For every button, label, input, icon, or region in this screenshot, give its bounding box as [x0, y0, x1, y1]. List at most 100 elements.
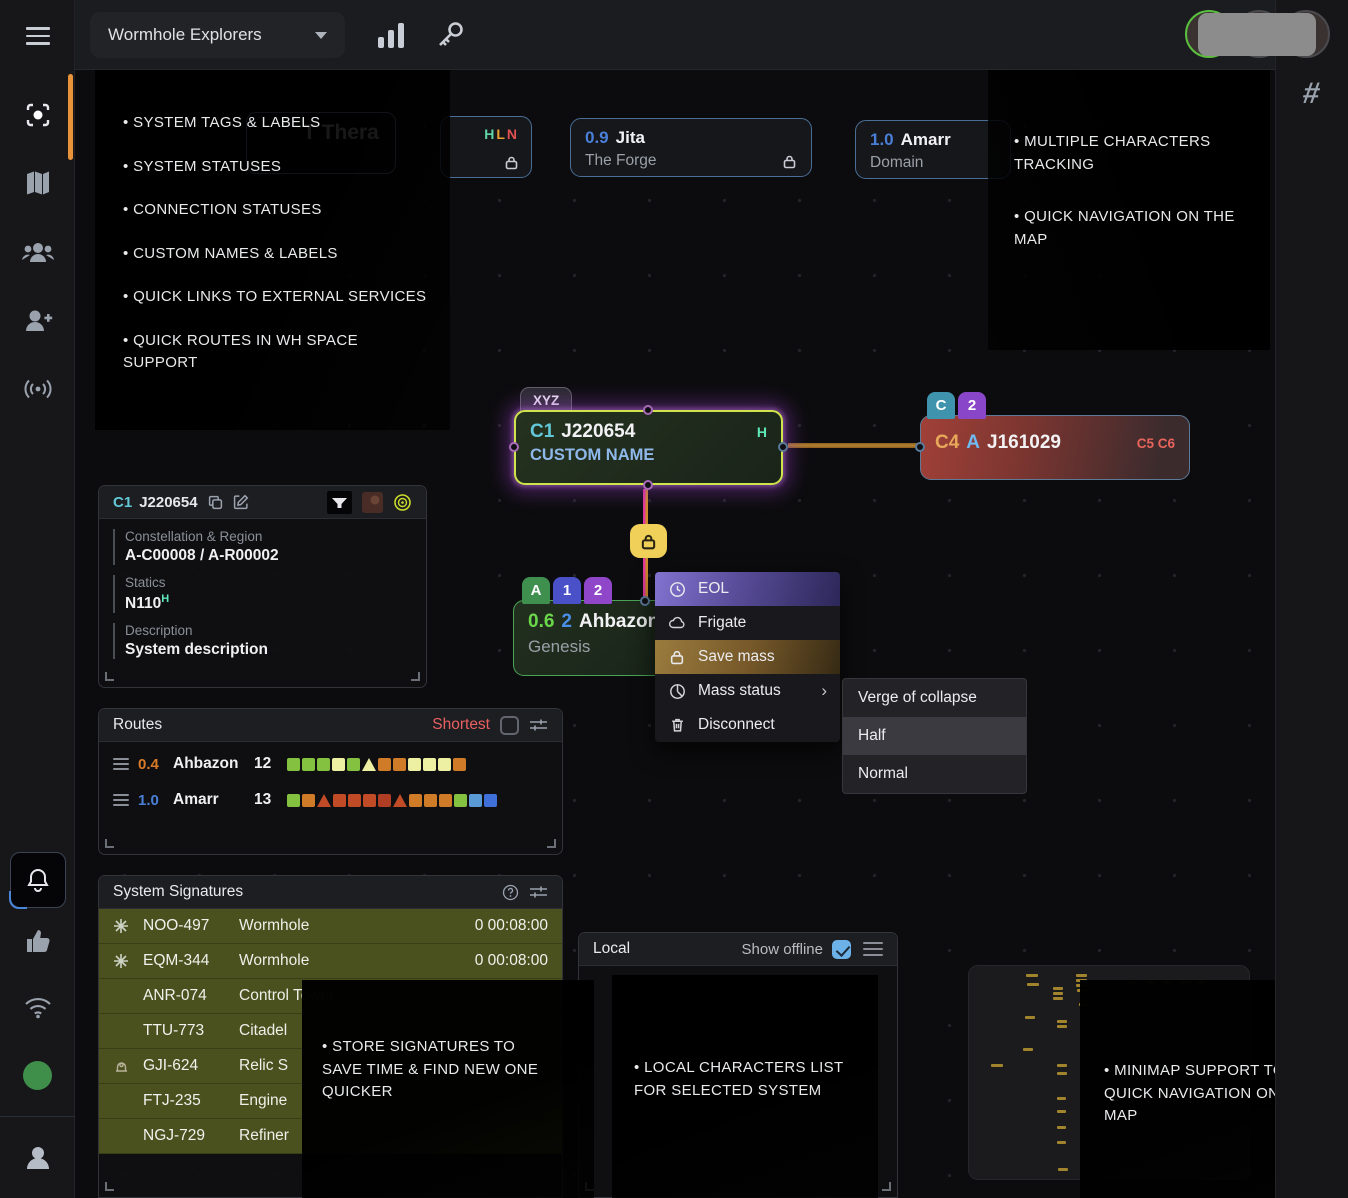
connector-dot-top[interactable]: [640, 596, 650, 606]
connector-dot-top[interactable]: [643, 405, 653, 415]
sidebar-item-maps[interactable]: [0, 164, 75, 202]
connector-dot-left[interactable]: [509, 442, 519, 452]
shortest-checkbox[interactable]: [500, 716, 519, 735]
wormhole-sig-icon: [99, 918, 143, 934]
menu-item-save-mass[interactable]: Save mass: [655, 640, 840, 674]
access-keys-button[interactable]: [433, 18, 467, 52]
online-status-indicator[interactable]: [23, 1061, 52, 1090]
edit-icon[interactable]: [233, 494, 249, 510]
drag-handle-icon[interactable]: [113, 794, 129, 806]
connection-c1-c4[interactable]: [788, 443, 920, 448]
submenu-item-normal[interactable]: Normal: [843, 755, 1026, 793]
statistics-button[interactable]: [378, 22, 404, 48]
menu-item-eol[interactable]: EOL: [655, 572, 840, 606]
route-marker: [424, 794, 437, 807]
menu-item-frigate[interactable]: Frigate: [655, 606, 840, 640]
menu-item-mass-status[interactable]: Mass status ›: [655, 674, 840, 708]
minimap-system-mark: [1057, 1126, 1066, 1129]
signature-row[interactable]: EQM-344 Wormhole 0 00:08:00: [99, 944, 562, 979]
route-marker: [332, 758, 345, 771]
show-offline-checkbox[interactable]: [832, 940, 851, 959]
annotation-line: • LOCAL CHARACTERS LIST FOR SELECTED SYS…: [634, 1057, 852, 1102]
sidebar-item-notifications[interactable]: [10, 852, 66, 908]
sidebar-item-characters[interactable]: [0, 302, 75, 340]
effect-ring-icon[interactable]: [393, 493, 412, 512]
resize-handle[interactable]: [105, 1182, 114, 1191]
app-window: T Thera HLN 0.9Jita The Forge 1.0Amarr D…: [0, 0, 1348, 1198]
minimap-system-mark: [1026, 974, 1038, 977]
route-row-amarr[interactable]: 1.0 Amarr 13: [99, 786, 562, 814]
node-badge[interactable]: 2: [958, 392, 986, 419]
static-tag: H: [757, 424, 767, 440]
hamburger-icon: [26, 27, 50, 45]
signature-settings-icon[interactable]: [529, 884, 548, 900]
main-menu-button[interactable]: [0, 20, 75, 52]
route-row-ahbazon[interactable]: 0.4 Ahbazon 12: [99, 750, 562, 778]
left-sidebar: [0, 0, 75, 1198]
resize-handle[interactable]: [547, 839, 556, 848]
sidebar-item-map-focus[interactable]: [0, 96, 75, 134]
system-node-jita[interactable]: 0.9Jita The Forge: [570, 118, 812, 177]
connector-dot-bottom[interactable]: [643, 480, 653, 490]
minimap-system-mark: [1058, 1168, 1068, 1171]
ghost-node-label: T Thera: [303, 121, 379, 145]
node-badge[interactable]: 2: [584, 577, 612, 604]
wormhole-class: C4: [935, 432, 959, 454]
sidebar-item-groups[interactable]: [0, 234, 75, 272]
system-info-header[interactable]: C1 J220654: [99, 486, 426, 519]
system-info-panel: C1 J220654 Constellation & Region A-C000…: [98, 485, 427, 688]
local-menu-icon[interactable]: [863, 942, 883, 956]
minimap-system-mark: [991, 1064, 1003, 1067]
resize-handle[interactable]: [411, 672, 420, 681]
minimap-system-mark: [1057, 1141, 1066, 1144]
resize-handle[interactable]: [105, 672, 114, 681]
system-tags: HLN: [484, 126, 519, 142]
sidebar-item-broadcast[interactable]: [0, 370, 75, 408]
annotation-line: • MULTIPLE CHARACTERS TRACKING: [1014, 131, 1240, 176]
route-marker: [439, 794, 452, 807]
resize-handle[interactable]: [882, 1182, 891, 1191]
route-marker: [302, 758, 315, 771]
submenu-item-verge[interactable]: Verge of collapse: [843, 679, 1026, 717]
character-portrait[interactable]: [362, 492, 383, 513]
region-name: Domain: [870, 154, 996, 172]
connector-dot-left[interactable]: [915, 442, 925, 452]
menu-item-disconnect[interactable]: Disconnect: [655, 708, 840, 742]
sidebar-item-likes[interactable]: [0, 922, 75, 960]
panel-title: Local: [593, 940, 630, 958]
statics-tag: C5 C6: [1137, 436, 1175, 451]
node-badge[interactable]: C: [927, 392, 955, 419]
node-badge[interactable]: 1: [553, 577, 581, 604]
people-group-icon: [21, 238, 55, 268]
drag-handle-icon[interactable]: [113, 758, 129, 770]
copy-icon[interactable]: [208, 495, 223, 510]
help-icon[interactable]: [502, 884, 519, 901]
resize-handle[interactable]: [105, 839, 114, 848]
route-marker: [348, 794, 361, 807]
minimap-system-mark: [1057, 1110, 1066, 1113]
system-node-edge[interactable]: HLN: [440, 116, 532, 178]
node-badge[interactable]: A: [522, 577, 550, 604]
sidebar-item-connection[interactable]: [0, 990, 75, 1024]
system-node-selected[interactable]: C1 J220654 H CUSTOM NAME: [514, 410, 783, 485]
route-marker: [333, 794, 346, 807]
route-marker: [363, 794, 376, 807]
tracking-annotation: • MULTIPLE CHARACTERS TRACKING • QUICK N…: [988, 65, 1270, 350]
minimap-system-mark: [1076, 974, 1087, 977]
dscan-icon[interactable]: [327, 491, 352, 514]
minimap-system-mark: [1053, 997, 1063, 1000]
grid-snap-button[interactable]: #: [1275, 76, 1348, 112]
route-marker: [484, 794, 497, 807]
signature-row[interactable]: NOO-497 Wormhole 0 00:08:00: [99, 909, 562, 944]
route-marker: [287, 758, 300, 771]
submenu-item-half[interactable]: Half: [843, 717, 1026, 755]
team-selector[interactable]: Wormhole Explorers: [90, 12, 345, 58]
connector-dot-right[interactable]: [778, 442, 788, 452]
connection-lock-badge[interactable]: [630, 524, 667, 558]
system-node-c4[interactable]: C 2 C4 A J161029 C5 C6: [920, 415, 1190, 480]
sidebar-item-profile[interactable]: [0, 1138, 75, 1178]
annotation-line: • CONNECTION STATUSES: [123, 199, 428, 222]
route-settings-icon[interactable]: [529, 717, 548, 733]
broadcast-icon: [21, 376, 55, 402]
relic-sig-icon: [99, 1059, 143, 1074]
